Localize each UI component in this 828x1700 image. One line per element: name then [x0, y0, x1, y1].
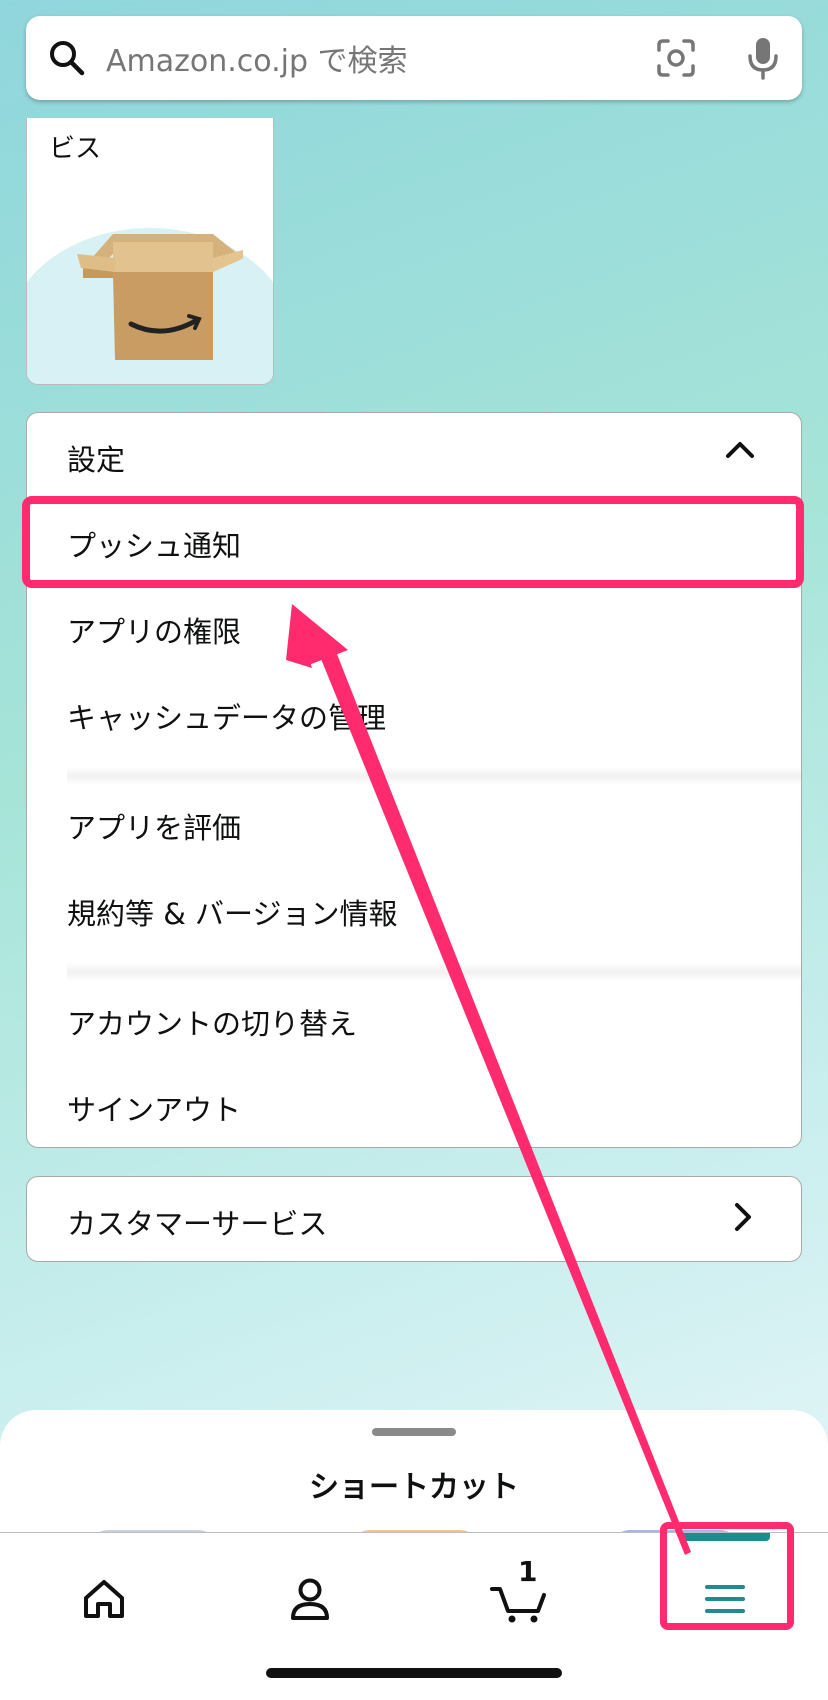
account-tab[interactable]	[270, 1559, 350, 1639]
home-indicator	[266, 1668, 562, 1678]
person-icon	[291, 1578, 329, 1620]
chevron-up-icon[interactable]	[725, 439, 755, 463]
switch-account-item[interactable]: アカウントの切り替え	[67, 1001, 357, 1043]
app-permissions-item[interactable]: アプリの権限	[67, 609, 241, 651]
home-icon	[84, 1580, 124, 1618]
shortcut-title: ショートカット	[309, 1470, 519, 1505]
sign-out-item[interactable]: サインアウト	[67, 1087, 241, 1129]
search-bar[interactable]: Amazon.co.jp で検索	[26, 16, 802, 100]
sheet-drag-handle[interactable]	[372, 1428, 456, 1436]
search-icon	[48, 39, 86, 77]
settings-title: 設定	[67, 443, 126, 477]
search-input[interactable]: Amazon.co.jp で検索	[106, 36, 656, 80]
cart-tab[interactable]: 1	[480, 1555, 560, 1639]
settings-header[interactable]: 設定	[27, 413, 801, 495]
rate-app-item[interactable]: アプリを評価	[67, 805, 241, 847]
divider	[67, 963, 801, 981]
menu-tab-highlight	[660, 1522, 794, 1630]
terms-version-item[interactable]: 規約等 & バージョン情報	[67, 891, 397, 933]
cache-data-management-item[interactable]: キャッシュデータの管理	[67, 695, 386, 737]
amazon-box-icon	[77, 234, 243, 360]
microphone-icon[interactable]	[746, 36, 780, 80]
customer-service-row[interactable]: カスタマーサービス	[26, 1176, 802, 1262]
push-notification-highlight	[22, 496, 804, 588]
cart-count-badge: 1	[518, 1555, 538, 1588]
customer-service-label: カスタマーサービス	[67, 1207, 328, 1241]
camera-scan-icon[interactable]	[656, 38, 696, 78]
divider	[67, 767, 801, 785]
chevron-right-icon	[733, 1201, 753, 1237]
promo-card[interactable]: ビス	[26, 118, 274, 385]
promo-card-label: ビス	[49, 134, 102, 164]
home-tab[interactable]	[64, 1559, 144, 1639]
